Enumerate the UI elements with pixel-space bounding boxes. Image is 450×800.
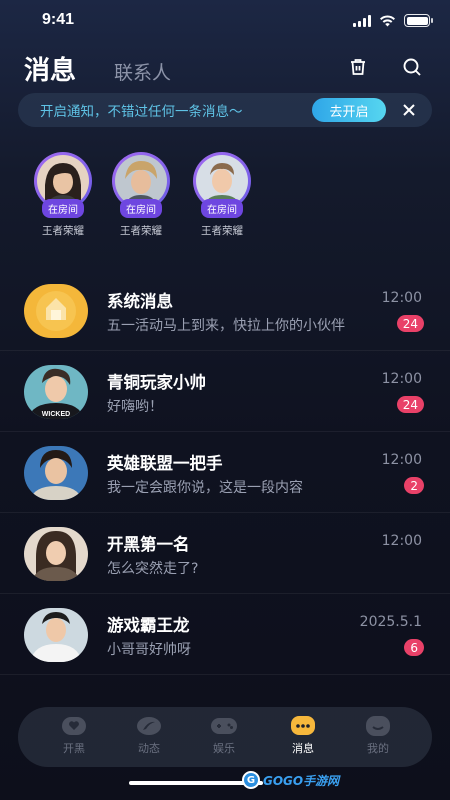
leaf-icon	[135, 715, 163, 737]
tab-contacts[interactable]: 联系人	[114, 58, 171, 85]
avatar	[24, 446, 88, 500]
nav-label: 我的	[367, 742, 389, 755]
watermark: G GOGO手游网	[242, 771, 339, 789]
avatar	[24, 527, 88, 581]
list-item[interactable]: 开黑第一名 12:00 怎么突然走了?	[0, 513, 450, 594]
conversation-time: 2025.5.1	[359, 614, 422, 630]
message-preview: 我一定会跟你说，这是一段内容	[107, 480, 303, 496]
conversation-name: 英雄联盟一把手	[107, 454, 223, 473]
header: 消息 联系人	[0, 48, 450, 88]
status-time: 9:41	[42, 11, 75, 28]
conversation-name: 开黑第一名	[107, 535, 190, 554]
search-button[interactable]	[399, 54, 425, 80]
nav-item-dongtai[interactable]: 动态	[119, 715, 179, 756]
status-icons	[353, 14, 433, 27]
nav-label: 开黑	[63, 742, 85, 755]
notification-text: 开启通知，不错过任何一条消息～	[40, 104, 243, 120]
status-bar: 9:41	[0, 0, 450, 44]
list-item[interactable]: 游戏霸王龙 2025.5.1 小哥哥好帅呀 6	[0, 594, 450, 675]
list-item[interactable]: 英雄联盟一把手 12:00 我一定会跟你说，这是一段内容 2	[0, 432, 450, 513]
watermark-logo: G	[242, 771, 260, 789]
nav-item-yule[interactable]: 娱乐	[194, 715, 254, 756]
message-preview: 怎么突然走了?	[107, 561, 199, 577]
room-user[interactable]: 在房间 王者荣耀	[107, 152, 175, 238]
close-banner-button[interactable]	[400, 101, 418, 119]
unread-badge: 2	[404, 477, 424, 494]
in-room-badge: 在房间	[201, 199, 243, 218]
room-user[interactable]: 在房间 王者荣耀	[29, 152, 97, 238]
in-room-users: 在房间 王者荣耀 在房间 王者荣耀 在房间 王者荣耀	[0, 152, 450, 242]
watermark-text: GOGO手游网	[263, 773, 340, 788]
close-icon	[403, 104, 415, 116]
heart-chat-icon	[60, 715, 88, 737]
room-user-name: 王者荣耀	[201, 225, 243, 237]
trash-button[interactable]	[345, 54, 371, 80]
avatar	[24, 608, 88, 662]
svg-text:WICKED: WICKED	[42, 411, 70, 418]
nav-label: 娱乐	[213, 742, 235, 755]
bottom-nav: 开黑 动态 娱乐 消息 我的	[18, 707, 432, 767]
message-list: 系统消息 12:00 五一活动马上到来，快拉上你的小伙伴 24 WICKED 青…	[0, 270, 450, 675]
nav-label: 动态	[138, 742, 160, 755]
room-avatar-ring: 在房间	[193, 152, 251, 218]
unread-badge: 24	[396, 396, 424, 413]
message-preview: 小哥哥好帅呀	[107, 642, 191, 658]
in-room-badge: 在房间	[120, 199, 162, 218]
conversation-name: 游戏霸王龙	[107, 616, 190, 635]
room-user[interactable]: 在房间 王者荣耀	[188, 152, 256, 238]
conversation-time: 12:00	[381, 452, 422, 468]
wifi-icon	[380, 14, 395, 26]
cellular-signal-icon	[353, 14, 371, 27]
message-icon	[289, 715, 317, 737]
in-room-badge: 在房间	[42, 199, 84, 218]
gamepad-icon	[210, 715, 238, 737]
enable-notification-button[interactable]: 去开启	[312, 98, 386, 122]
nav-item-kaihei[interactable]: 开黑	[44, 715, 104, 756]
list-item[interactable]: 系统消息 12:00 五一活动马上到来，快拉上你的小伙伴 24	[0, 270, 450, 351]
room-user-name: 王者荣耀	[42, 225, 84, 237]
profile-icon	[364, 715, 392, 737]
unread-badge: 6	[404, 639, 424, 656]
tab-messages[interactable]: 消息	[24, 50, 76, 87]
conversation-time: 12:00	[381, 290, 422, 306]
nav-label: 消息	[292, 742, 314, 755]
unread-badge: 24	[396, 315, 424, 332]
trash-icon	[351, 59, 365, 75]
system-avatar	[24, 284, 88, 338]
notification-banner: 开启通知，不错过任何一条消息～ 去开启	[18, 93, 432, 127]
conversation-time: 12:00	[381, 533, 422, 549]
message-preview: 五一活动马上到来，快拉上你的小伙伴	[107, 318, 345, 334]
nav-item-profile[interactable]: 我的	[348, 715, 408, 756]
room-user-name: 王者荣耀	[120, 225, 162, 237]
nav-item-messages[interactable]: 消息	[273, 715, 333, 756]
avatar: WICKED	[24, 365, 88, 419]
message-preview: 好嗨哟！	[107, 399, 163, 415]
conversation-time: 12:00	[381, 371, 422, 387]
search-icon	[403, 58, 421, 76]
room-avatar-ring: 在房间	[112, 152, 170, 218]
conversation-name: 青铜玩家小帅	[107, 373, 206, 392]
room-avatar-ring: 在房间	[34, 152, 92, 218]
conversation-name: 系统消息	[107, 292, 173, 311]
list-item[interactable]: WICKED 青铜玩家小帅 12:00 好嗨哟！ 24	[0, 351, 450, 432]
battery-icon	[404, 14, 433, 27]
